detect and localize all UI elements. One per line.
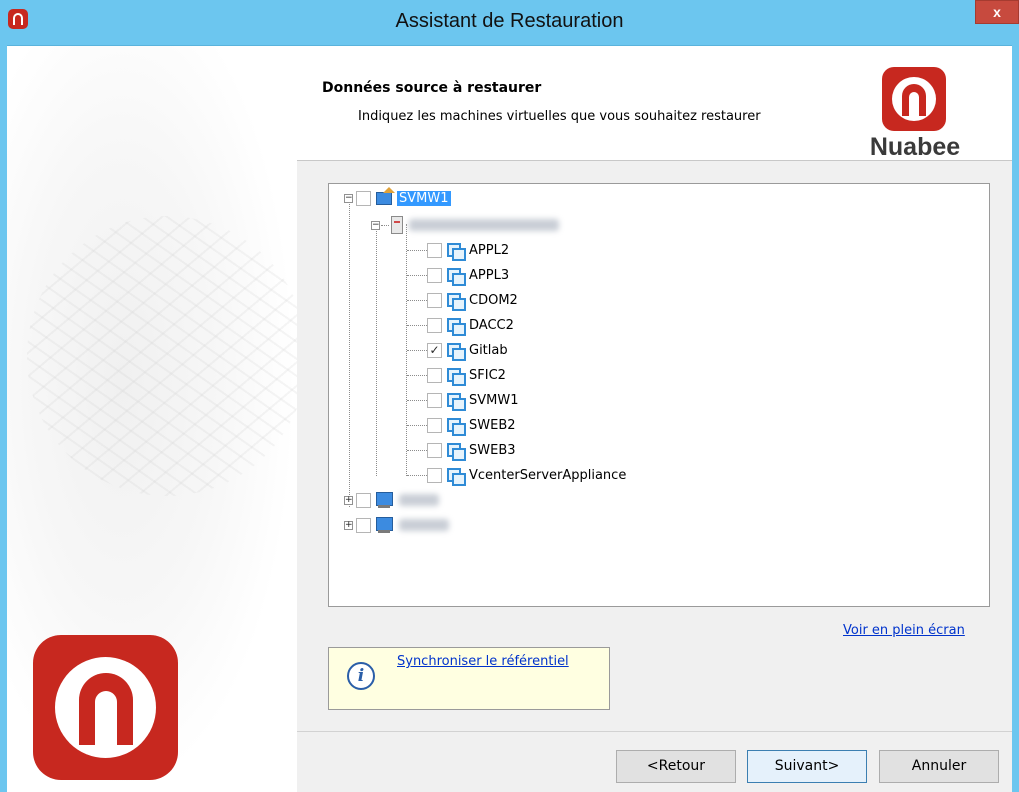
tree-node-label[interactable]: SVMW1 bbox=[397, 190, 451, 206]
back-button[interactable]: <Retour bbox=[616, 750, 736, 783]
tree-guide-line bbox=[407, 275, 427, 276]
vm-label[interactable]: SFIC2 bbox=[469, 368, 506, 383]
vm-label[interactable]: CDOM2 bbox=[469, 293, 518, 308]
vm-label[interactable]: VcenterServerAppliance bbox=[469, 468, 626, 483]
title-bar: Assistant de Restauration x bbox=[0, 0, 1019, 46]
redacted-node-label bbox=[399, 519, 449, 531]
redacted-node-label bbox=[399, 494, 439, 506]
close-button[interactable]: x bbox=[975, 0, 1019, 24]
tree-guide-line bbox=[407, 475, 427, 476]
checkbox[interactable] bbox=[356, 190, 371, 206]
globe-background-image bbox=[27, 216, 307, 496]
virtual-machine-icon bbox=[446, 392, 466, 411]
window-title: Assistant de Restauration bbox=[395, 10, 624, 32]
virtual-machine-icon bbox=[446, 467, 466, 486]
tree-node-vm[interactable]: APPL2 bbox=[407, 239, 509, 261]
tree-guide-line bbox=[407, 300, 427, 301]
virtual-machine-icon bbox=[446, 442, 466, 461]
tree-node-vm[interactable]: SWEB2 bbox=[407, 414, 516, 436]
virtual-machine-icon bbox=[446, 292, 466, 311]
tree-node-vm[interactable]: DACC2 bbox=[407, 314, 514, 336]
fullscreen-link[interactable]: Voir en plein écran bbox=[843, 623, 965, 638]
virtual-machine-icon bbox=[446, 367, 466, 386]
tree-guide-line bbox=[407, 450, 427, 451]
cancel-button[interactable]: Annuler bbox=[879, 750, 999, 783]
tree-node-vm[interactable]: SFIC2 bbox=[407, 364, 506, 386]
vm-tree-view[interactable]: − SVMW1 − APPL2 APPL3 CDOM2 DACC2 ✓ Gitlab SFI… bbox=[328, 183, 990, 607]
sync-repository-link[interactable]: Synchroniser le référentiel bbox=[397, 654, 569, 669]
virtual-machine-icon bbox=[446, 342, 466, 361]
info-icon: i bbox=[347, 662, 375, 690]
vm-checkbox[interactable]: ✓ bbox=[427, 342, 442, 358]
nuabee-logo-icon bbox=[882, 67, 946, 131]
vm-checkbox[interactable] bbox=[427, 367, 442, 383]
tree-node-vm[interactable]: VcenterServerAppliance bbox=[407, 464, 626, 486]
vm-checkbox[interactable] bbox=[427, 392, 442, 408]
vm-label[interactable]: SWEB2 bbox=[469, 418, 516, 433]
tree-guide-line bbox=[376, 226, 377, 476]
host-icon bbox=[375, 516, 393, 534]
tree-guide-line bbox=[407, 325, 427, 326]
redacted-hostname bbox=[409, 219, 559, 231]
expand-toggle[interactable]: + bbox=[344, 520, 353, 530]
tree-node-vm[interactable]: SWEB3 bbox=[407, 439, 516, 461]
vm-label[interactable]: Gitlab bbox=[469, 343, 508, 358]
vm-label[interactable]: SWEB3 bbox=[469, 443, 516, 458]
collapse-toggle[interactable]: − bbox=[344, 193, 353, 203]
virtual-machine-icon bbox=[446, 242, 466, 261]
tree-guide-line bbox=[407, 350, 427, 351]
tree-node-collapsed[interactable]: + bbox=[344, 489, 439, 511]
window-frame-left bbox=[0, 45, 7, 792]
brand-name: Nuabee bbox=[869, 133, 961, 161]
vm-checkbox[interactable] bbox=[427, 242, 442, 258]
tree-guide-line bbox=[349, 202, 350, 507]
tree-node-vm[interactable]: SVMW1 bbox=[407, 389, 519, 411]
vm-label[interactable]: APPL2 bbox=[469, 243, 509, 258]
info-panel: i Synchroniser le référentiel bbox=[328, 647, 610, 710]
host-icon bbox=[375, 491, 393, 509]
page-title: Données source à restaurer bbox=[322, 80, 542, 96]
tree-guide-line bbox=[407, 400, 427, 401]
nuabee-logo-large bbox=[33, 635, 178, 780]
server-icon bbox=[391, 216, 403, 234]
vm-checkbox[interactable] bbox=[427, 292, 442, 308]
tree-node-host[interactable]: − bbox=[371, 214, 559, 236]
checkbox[interactable] bbox=[356, 492, 371, 508]
vm-checkbox[interactable] bbox=[427, 267, 442, 283]
vm-checkbox[interactable] bbox=[427, 417, 442, 433]
collapse-toggle[interactable]: − bbox=[371, 220, 380, 230]
vm-checkbox[interactable] bbox=[427, 317, 442, 333]
virtual-machine-icon bbox=[446, 267, 466, 286]
vm-label[interactable]: APPL3 bbox=[469, 268, 509, 283]
vcenter-host-icon bbox=[375, 187, 395, 207]
window-frame-right bbox=[1012, 45, 1019, 792]
virtual-machine-icon bbox=[446, 417, 466, 436]
next-button[interactable]: Suivant> bbox=[747, 750, 867, 783]
tree-node-root[interactable]: − SVMW1 bbox=[344, 187, 451, 209]
checkbox[interactable] bbox=[356, 517, 371, 533]
tree-guide-line bbox=[407, 375, 427, 376]
vm-checkbox[interactable] bbox=[427, 442, 442, 458]
virtual-machine-icon bbox=[446, 317, 466, 336]
tree-node-vm[interactable]: CDOM2 bbox=[407, 289, 518, 311]
page-description: Indiquez les machines virtuelles que vou… bbox=[358, 109, 761, 124]
vm-label[interactable]: DACC2 bbox=[469, 318, 514, 333]
tree-node-collapsed[interactable]: + bbox=[344, 514, 449, 536]
expand-toggle[interactable]: + bbox=[344, 495, 353, 505]
tree-node-vm[interactable]: APPL3 bbox=[407, 264, 509, 286]
tree-guide-line bbox=[407, 425, 427, 426]
tree-node-vm[interactable]: ✓ Gitlab bbox=[407, 339, 508, 361]
vm-label[interactable]: SVMW1 bbox=[469, 393, 519, 408]
vm-checkbox[interactable] bbox=[427, 467, 442, 483]
tree-guide-line bbox=[407, 250, 427, 251]
